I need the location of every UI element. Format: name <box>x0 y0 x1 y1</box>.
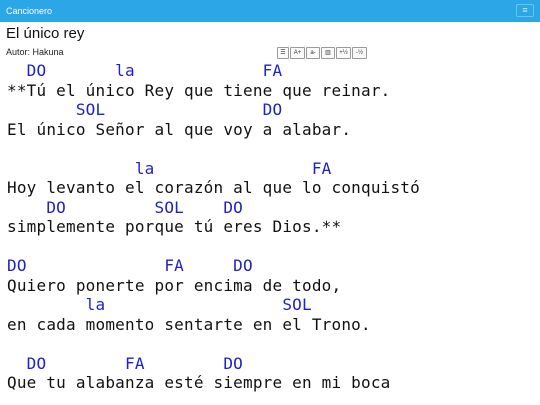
lyric-line: **Tú el único Rey que tiene que reinar. <box>7 80 391 100</box>
lyric-line: Quiero ponerte por encima de todo, <box>7 275 342 295</box>
columns-icon[interactable]: ▥ <box>321 47 335 59</box>
lyric-line: simplemente porque tú eres Dios.** <box>7 217 342 236</box>
font-decrease-button[interactable]: a- <box>306 47 320 59</box>
top-app-bar: Cancionero ≡ <box>0 0 540 22</box>
lyric-line: Que tu alabanza esté siempre en mi boca <box>7 373 391 392</box>
song-author: Autor: Hakuna <box>6 47 64 57</box>
app-title: Cancionero <box>6 6 53 16</box>
list-icon[interactable]: ☰ <box>277 47 289 59</box>
font-increase-button[interactable]: A+ <box>290 47 305 59</box>
chord-line: DO SOL DO <box>7 197 243 217</box>
lyric-line: Hoy levanto el corazón al que lo conquis… <box>7 178 420 197</box>
transpose-up-button[interactable]: +½ <box>336 47 351 59</box>
chord-line: SOL DO <box>7 100 283 119</box>
chord-line: la FA <box>7 158 332 178</box>
chord-line: DO FA DO <box>7 353 243 373</box>
song-title: El único rey <box>6 25 85 42</box>
hamburger-menu-icon[interactable]: ≡ <box>516 4 534 17</box>
song-sheet: DO la FA **Tú el único Rey que tiene que … <box>7 61 420 393</box>
transpose-down-button[interactable]: -½ <box>352 47 367 59</box>
lyric-line: El único Señor al que voy a alabar. <box>7 119 352 139</box>
chord-line: la SOL <box>7 295 312 314</box>
chord-line: DO FA DO <box>7 256 253 275</box>
chord-line: DO la FA <box>7 61 283 80</box>
lyric-line: en cada momento sentarte en el Trono. <box>7 314 371 334</box>
